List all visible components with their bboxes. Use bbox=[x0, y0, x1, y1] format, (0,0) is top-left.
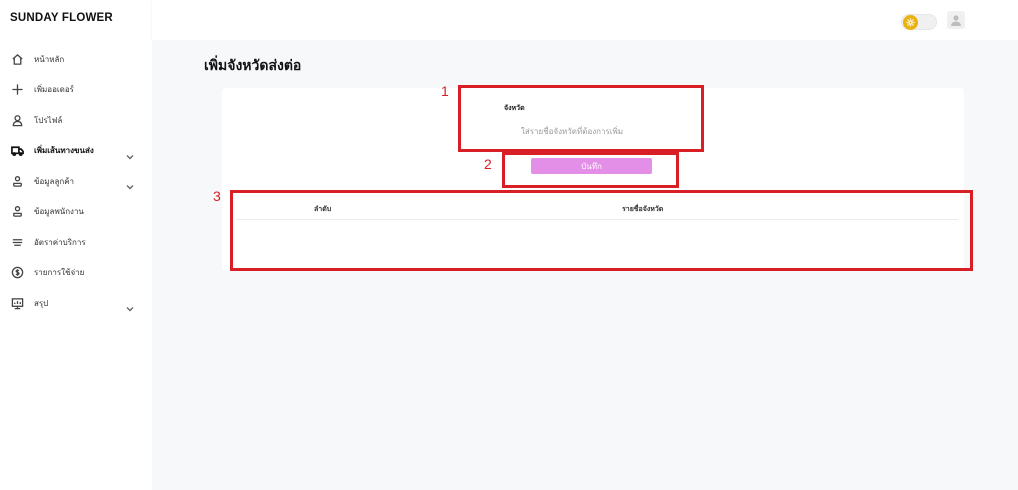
users-icon bbox=[10, 205, 24, 219]
annotation-number: 1 bbox=[441, 83, 449, 99]
list-icon bbox=[10, 235, 24, 249]
user-icon bbox=[10, 113, 24, 127]
report-icon bbox=[10, 296, 24, 310]
sidebar-item-add-route[interactable]: เพิ่มเส้นทางขนส่ง bbox=[0, 136, 152, 167]
user-avatar-icon[interactable] bbox=[947, 11, 965, 29]
sidebar-item-add-order[interactable]: เพิ่มออเดอร์ bbox=[0, 75, 152, 106]
annotation-number: 3 bbox=[213, 188, 221, 204]
sidebar-item-label: หน้าหลัก bbox=[34, 54, 65, 64]
sidebar-item-label: ข้อมูลลูกค้า bbox=[34, 176, 75, 186]
theme-toggle[interactable] bbox=[901, 14, 937, 30]
home-icon bbox=[10, 52, 24, 66]
chevron-down-icon[interactable] bbox=[126, 298, 136, 312]
sidebar-item-label: โปรไฟล์ bbox=[34, 115, 63, 125]
sidebar-item-service-rates[interactable]: อัตราค่าบริการ bbox=[0, 227, 152, 258]
sidebar-nav: หน้าหลัก เพิ่มออเดอร์ โปรไฟล์ เพิ่มเส้นท… bbox=[0, 44, 152, 319]
sun-icon bbox=[903, 15, 918, 30]
users-icon bbox=[10, 174, 24, 188]
chevron-down-icon[interactable] bbox=[126, 176, 136, 190]
sidebar-item-summary[interactable]: สรุป bbox=[0, 288, 152, 319]
top-bar bbox=[152, 0, 1018, 40]
chevron-down-icon[interactable] bbox=[126, 146, 136, 159]
annotation-box-2 bbox=[502, 152, 679, 188]
dollar-icon bbox=[10, 266, 24, 280]
sidebar-item-label: เพิ่มเส้นทางขนส่ง bbox=[34, 146, 94, 156]
sidebar-item-label: เพิ่มออเดอร์ bbox=[34, 85, 74, 95]
sidebar-item-expenses[interactable]: รายการใช้จ่าย bbox=[0, 258, 152, 289]
sidebar-item-label: สรุป bbox=[34, 298, 49, 308]
plus-icon bbox=[10, 83, 24, 97]
sidebar-item-label: อัตราค่าบริการ bbox=[34, 237, 86, 247]
sidebar-item-label: ข้อมูลพนักงาน bbox=[34, 207, 84, 217]
sidebar-item-label: รายการใช้จ่าย bbox=[34, 268, 85, 278]
annotation-box-3 bbox=[230, 190, 973, 271]
page-title: เพิ่มจังหวัดส่งต่อ bbox=[204, 58, 302, 74]
annotation-number: 2 bbox=[484, 156, 492, 172]
truck-icon bbox=[10, 144, 24, 158]
sidebar-item-customers[interactable]: ข้อมูลลูกค้า bbox=[0, 166, 152, 197]
sidebar-item-profile[interactable]: โปรไฟล์ bbox=[0, 105, 152, 136]
sidebar: SUNDAY FLOWER หน้าหลัก เพิ่มออเดอร์ โปรไ… bbox=[0, 0, 152, 490]
sidebar-item-employees[interactable]: ข้อมูลพนักงาน bbox=[0, 197, 152, 228]
sidebar-item-home[interactable]: หน้าหลัก bbox=[0, 44, 152, 75]
brand-logo: SUNDAY FLOWER bbox=[10, 12, 113, 24]
annotation-box-1 bbox=[458, 85, 704, 152]
